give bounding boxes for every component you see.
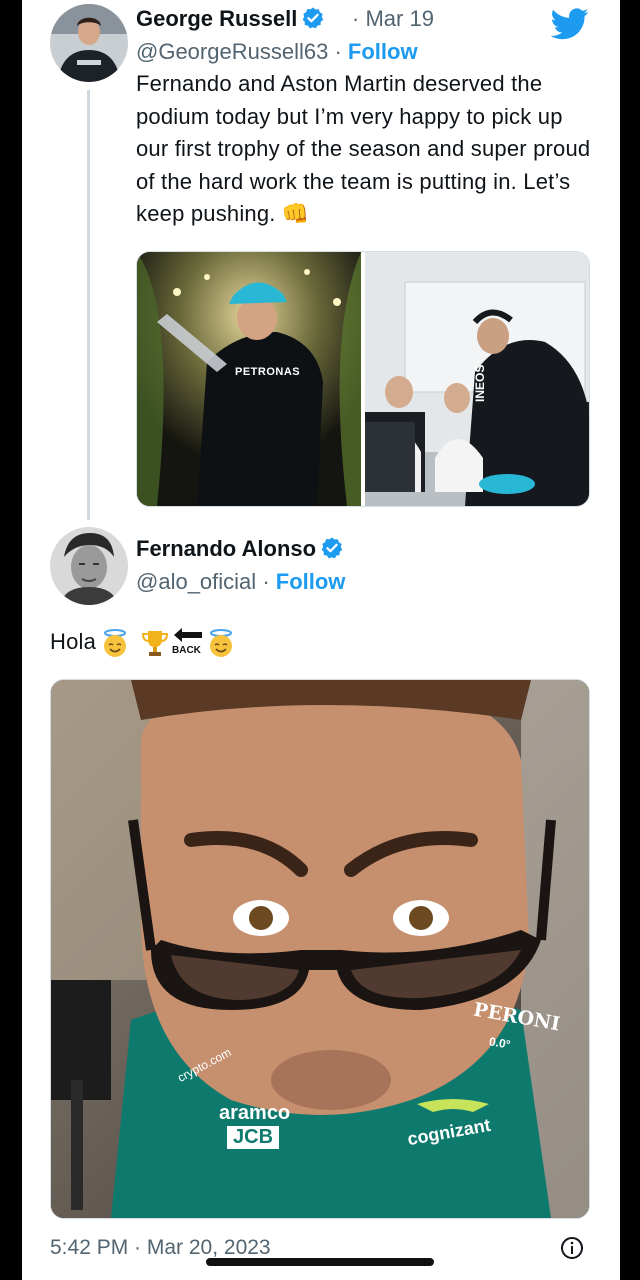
tweet1-follow-button[interactable]: Follow [348, 39, 418, 64]
tweet1-author-name[interactable]: George Russell [136, 6, 325, 32]
tweet2-text: Hola [50, 629, 97, 654]
trophy-emoji-icon [141, 631, 169, 656]
fernando-alonso-avatar[interactable] [50, 527, 128, 605]
petronas-logo-text: PETRONAS [235, 366, 301, 378]
tweet1-name-text: George Russell [136, 6, 298, 31]
tweet2-handle-row: @alo_oficial · Follow [136, 569, 346, 594]
tweet1-photo-garage[interactable]: INEOS [365, 252, 589, 506]
tweet1-handle[interactable]: @GeorgeRussell63 [136, 39, 328, 64]
angel-emoji-icon [104, 629, 126, 657]
tweet1-text: Fernando and Aston Martin deserved the p… [136, 71, 591, 226]
tweet2-timestamp[interactable]: 5:42 PM · Mar 20, 2023 [50, 1236, 271, 1260]
tweet2-handle[interactable]: @alo_oficial [136, 569, 256, 594]
tweet1-media-grid: PETRONAS INEOS [136, 251, 590, 507]
twitter-bird-icon[interactable] [550, 8, 589, 40]
tweet1-handle-row: @GeorgeRussell63 · Follow [136, 39, 418, 64]
tweet2-author-name[interactable]: Fernando Alonso [136, 536, 344, 562]
back-arrow-emoji-icon [174, 628, 202, 642]
info-icon[interactable] [560, 1236, 584, 1260]
selfie-photo-art [51, 680, 589, 1218]
jcb-logo-text: JCB [227, 1126, 280, 1149]
angel-emoji-icon-2 [210, 629, 232, 657]
tweet2-name-text: Fernando Alonso [136, 536, 317, 561]
ineos-logo-text: INEOS [473, 364, 487, 402]
tweet1-photo-podium[interactable]: PETRONAS [137, 252, 361, 506]
tweet1-date-text: Mar 19 [365, 6, 434, 31]
aramco-logo-text: aramco [219, 1102, 291, 1124]
verified-badge-icon [321, 537, 343, 559]
aston-martin-wings-icon [417, 1099, 489, 1112]
thread-connector-line [87, 90, 90, 520]
tweet2-follow-button[interactable]: Follow [276, 569, 346, 594]
podium-photo-art [137, 252, 361, 506]
home-indicator-bar[interactable] [206, 1258, 434, 1266]
verified-badge-icon [303, 7, 324, 29]
back-emoji-label: BACK [172, 645, 201, 656]
tweet2-photo-selfie[interactable]: PERONI 0.0° crypto.com aramco JCB cogniz… [50, 679, 590, 1219]
tweet1-date[interactable]: · Mar 19 [352, 6, 434, 32]
george-russell-avatar[interactable] [50, 4, 128, 82]
